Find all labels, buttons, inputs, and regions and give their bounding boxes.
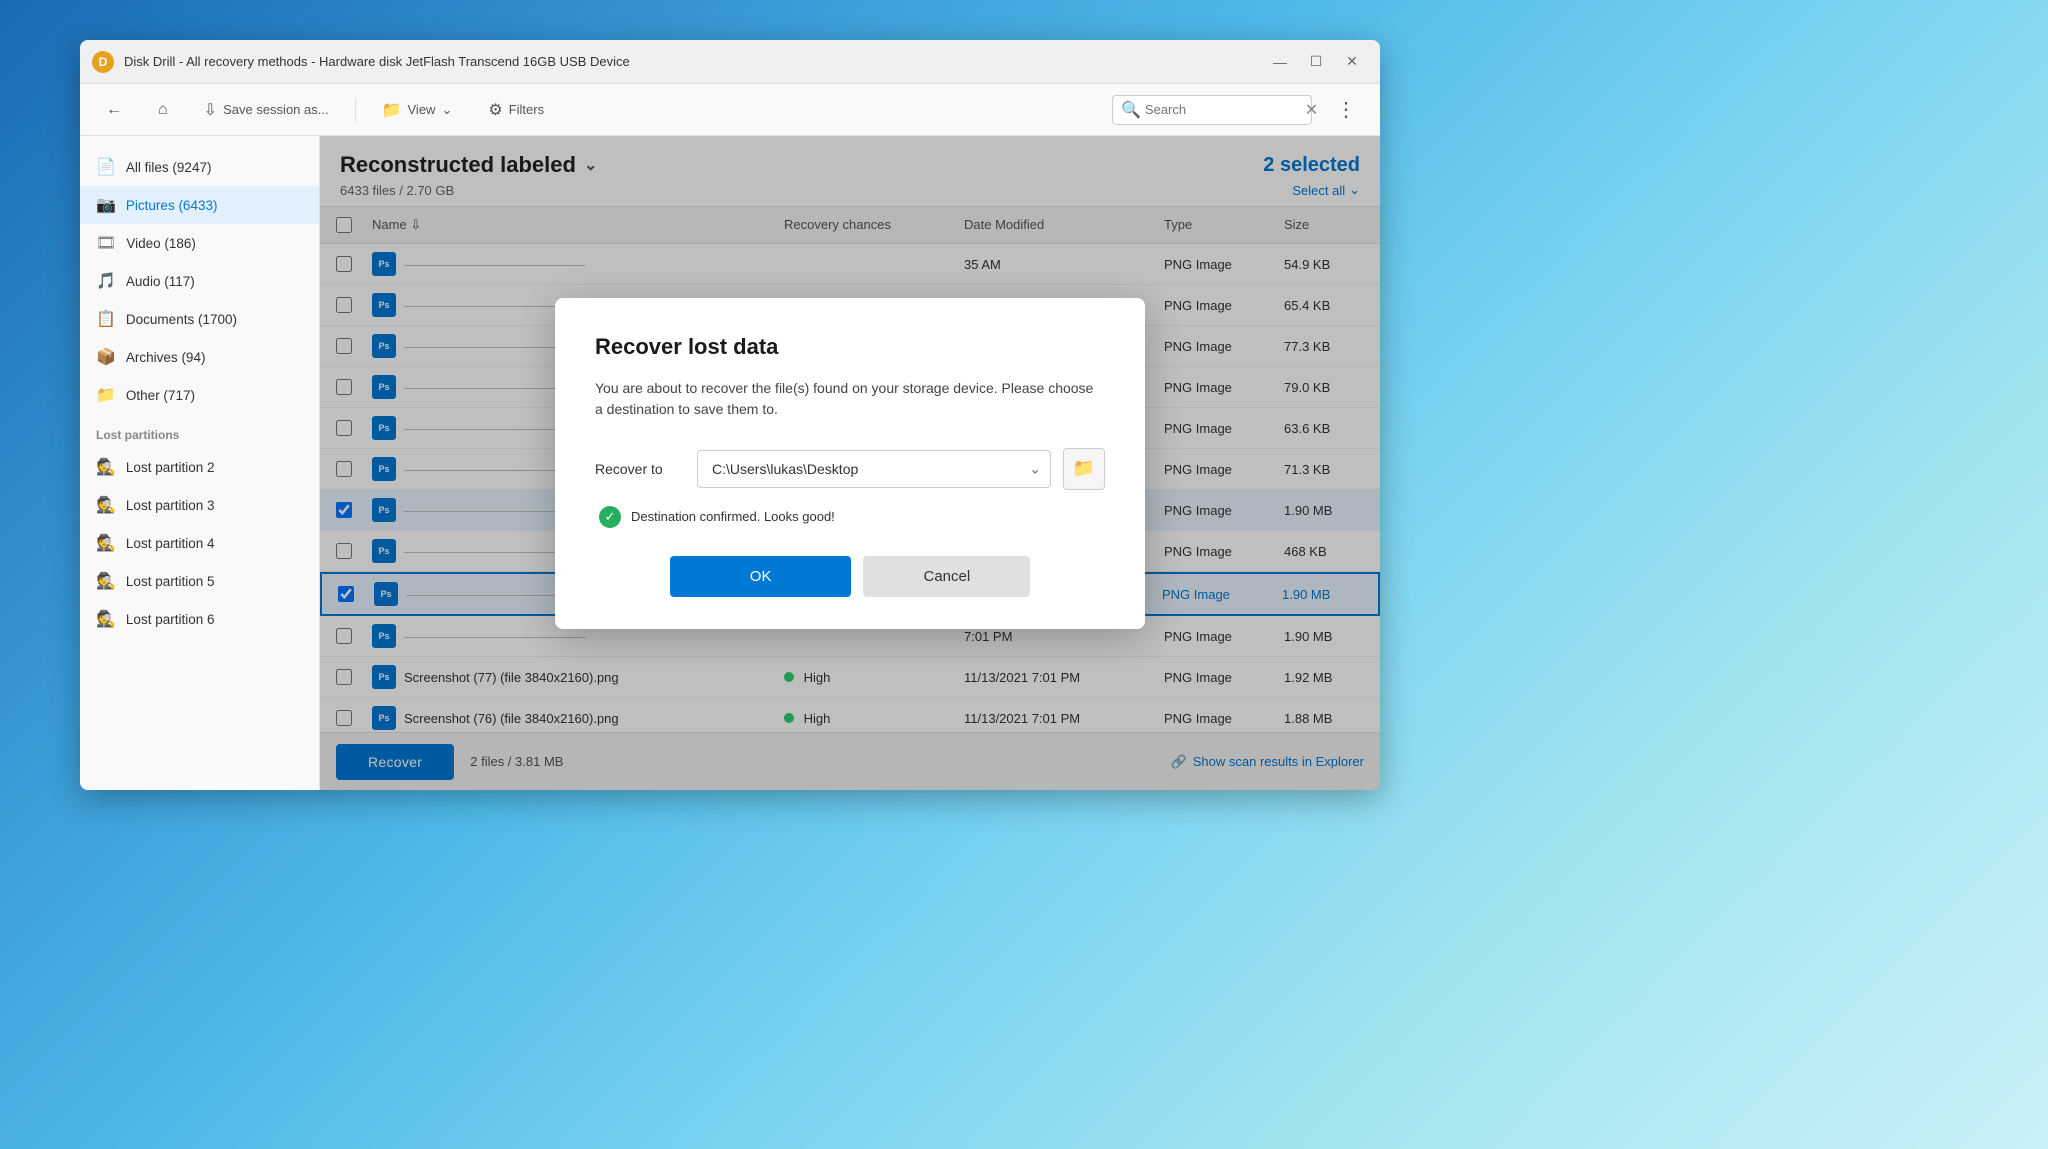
save-session-label: Save session as... [223,102,329,117]
sidebar-label-other: Other (717) [126,388,195,403]
clear-search-icon[interactable]: ✕ [1305,100,1318,120]
sidebar-label-lp3: Lost partition 3 [126,498,215,513]
view-button[interactable]: 📁 View ⌄ [372,94,463,126]
sidebar-item-lp2[interactable]: 🕵 Lost partition 2 [80,448,319,486]
folder-icon: 📁 [1073,458,1095,479]
lp3-icon: 🕵 [96,495,116,515]
other-icon: 📁 [96,385,116,405]
sidebar-label-audio: Audio (117) [126,274,195,289]
sidebar-label-video: Video (186) [126,236,196,251]
sidebar-label-documents: Documents (1700) [126,312,237,327]
all-files-icon: 📄 [96,157,116,177]
toolbar-separator [355,98,356,122]
content-area: Reconstructed labeled ⌄ 2 selected 6433 … [320,136,1380,790]
audio-icon: 🎵 [96,271,116,291]
destination-select[interactable]: C:\Users\lukas\Desktop [697,450,1051,488]
filters-icon: ⚙ [488,100,502,120]
sidebar-label-all-files: All files (9247) [126,160,212,175]
sidebar-label-lp2: Lost partition 2 [126,460,215,475]
sidebar-item-all-files[interactable]: 📄 All files (9247) [80,148,319,186]
archives-icon: 📦 [96,347,116,367]
search-icon: 🔍 [1121,100,1141,120]
lp2-icon: 🕵 [96,457,116,477]
sidebar: 📄 All files (9247) 📷 Pictures (6433) 🎞 V… [80,136,320,790]
documents-icon: 📋 [96,309,116,329]
lp5-icon: 🕵 [96,571,116,591]
sidebar-label-lp4: Lost partition 4 [126,536,215,551]
destination-select-wrap: C:\Users\lukas\Desktop ⌄ [697,450,1051,488]
sidebar-label-archives: Archives (94) [126,350,206,365]
view-label: View [408,102,436,117]
lost-partitions-section-label: Lost partitions [80,414,319,448]
search-input[interactable] [1145,102,1305,117]
confirmation-message: ✓ Destination confirmed. Looks good! [595,506,1105,528]
pictures-icon: 📷 [96,195,116,215]
filters-label: Filters [509,102,544,117]
save-session-button[interactable]: ⇩ Save session as... [194,94,339,126]
browse-folder-button[interactable]: 📁 [1063,448,1105,490]
sidebar-item-pictures[interactable]: 📷 Pictures (6433) [80,186,319,224]
more-options-button[interactable]: ⋮ [1328,93,1364,126]
filters-button[interactable]: ⚙ Filters [478,94,554,126]
sidebar-label-lp6: Lost partition 6 [126,612,215,627]
main-area: 📄 All files (9247) 📷 Pictures (6433) 🎞 V… [80,136,1380,790]
home-button[interactable]: ⌂ [148,95,178,125]
sidebar-item-lp3[interactable]: 🕵 Lost partition 3 [80,486,319,524]
lp6-icon: 🕵 [96,609,116,629]
back-icon: ← [106,101,122,119]
modal-title: Recover lost data [595,334,1105,360]
window-title: Disk Drill - All recovery methods - Hard… [124,54,1264,69]
window-controls: — ☐ ✕ [1264,48,1368,76]
modal-overlay: Recover lost data You are about to recov… [320,136,1380,790]
maximize-button[interactable]: ☐ [1300,48,1332,76]
modal-description: You are about to recover the file(s) fou… [595,378,1105,420]
app-icon: D [92,51,114,73]
save-icon: ⇩ [204,100,217,120]
modal-ok-button[interactable]: OK [670,556,852,597]
search-box[interactable]: 🔍 ✕ [1112,95,1312,125]
main-window: D Disk Drill - All recovery methods - Ha… [80,40,1380,790]
modal-actions: OK Cancel [595,556,1105,597]
sidebar-item-other[interactable]: 📁 Other (717) [80,376,319,414]
sidebar-item-lp6[interactable]: 🕵 Lost partition 6 [80,600,319,638]
recover-to-label: Recover to [595,461,685,477]
sidebar-item-lp5[interactable]: 🕵 Lost partition 5 [80,562,319,600]
sidebar-label-lp5: Lost partition 5 [126,574,215,589]
lp4-icon: 🕵 [96,533,116,553]
recover-to-field: Recover to C:\Users\lukas\Desktop ⌄ 📁 [595,448,1105,490]
sidebar-item-audio[interactable]: 🎵 Audio (117) [80,262,319,300]
toolbar: ← ⌂ ⇩ Save session as... 📁 View ⌄ ⚙ Filt… [80,84,1380,136]
confirm-check-icon: ✓ [599,506,621,528]
sidebar-item-archives[interactable]: 📦 Archives (94) [80,338,319,376]
back-button[interactable]: ← [96,95,132,125]
view-chevron-icon: ⌄ [441,102,452,118]
modal-cancel-button[interactable]: Cancel [863,556,1030,597]
close-button[interactable]: ✕ [1336,48,1368,76]
sidebar-label-pictures: Pictures (6433) [126,198,218,213]
title-bar: D Disk Drill - All recovery methods - Ha… [80,40,1380,84]
sidebar-item-video[interactable]: 🎞 Video (186) [80,224,319,262]
minimize-button[interactable]: — [1264,48,1296,76]
view-icon: 📁 [382,100,402,120]
confirm-text: Destination confirmed. Looks good! [631,509,835,524]
sidebar-item-documents[interactable]: 📋 Documents (1700) [80,300,319,338]
recover-dialog: Recover lost data You are about to recov… [555,298,1145,629]
home-icon: ⌂ [158,101,168,119]
sidebar-item-lp4[interactable]: 🕵 Lost partition 4 [80,524,319,562]
video-icon: 🎞 [96,233,116,253]
